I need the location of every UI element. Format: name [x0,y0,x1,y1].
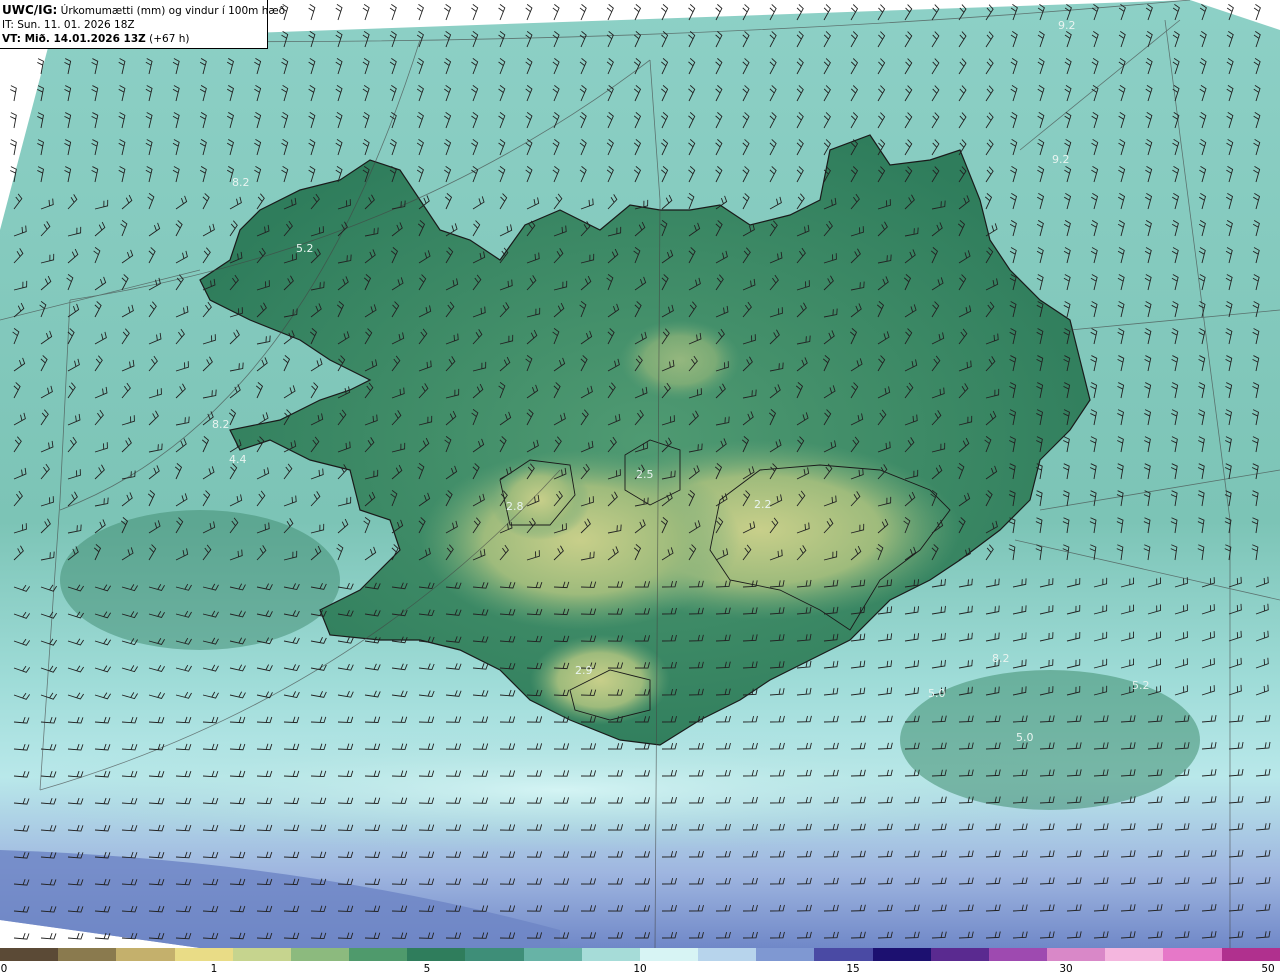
colorbar-tick: 5 [423,963,431,975]
colorbar-tick: 30 [1059,963,1073,975]
model-code: UWC/IG: [2,3,58,17]
map-canvas: 8.2 5.2 8.2 4.4 2.8 2.5 2.2 2.9 8.2 5.0 … [0,0,1280,948]
colorbar-segment [1047,948,1106,961]
colorbar-segment [407,948,466,961]
precip-label: 5.2 [1132,679,1150,692]
precip-label: 2.2 [754,498,772,511]
init-time: IT: Sun. 11. 01. 2026 18Z [2,19,135,31]
valid-time: VT: Mið. 14.01.2026 13Z [2,33,146,45]
precip-label: 2.8 [506,500,524,513]
colorbar-segment [814,948,873,961]
colorbar-segment [581,948,640,961]
colorbar-segment [756,948,815,961]
colorbar-segment [639,948,699,961]
map-title: Úrkomumætti (mm) og vindur í 100m hæð [57,5,286,17]
colorbar-segment [872,948,931,961]
colorbar-tick: 10 [633,963,647,975]
precip-label: 4.4 [229,453,247,466]
colorbar-segment [116,948,175,961]
precip-label: 8.2 [212,418,230,431]
forecast-offset: (+67 h) [145,33,190,45]
map-header: UWC/IG: Úrkomumætti (mm) og vindur í 100… [0,0,285,49]
precip-label: 2.5 [636,468,654,481]
colorbar-tick: 15 [846,963,860,975]
precip-label: 9.2 [1058,19,1076,32]
colorbar-segment [465,948,524,961]
forecast-map: 8.2 5.2 8.2 4.4 2.8 2.5 2.2 2.9 8.2 5.0 … [0,0,1280,948]
precip-plume-w [60,510,340,650]
colorbar-segment [290,948,350,961]
colorbar-segment [1221,948,1280,961]
precip-label: 5.2 [296,242,314,255]
precip-label: 5.0 [928,687,946,700]
colorbar-segment [930,948,989,961]
precip-label: 9.2 [1052,153,1070,166]
colorbar-segment [523,948,582,961]
colorbar-segment [988,948,1048,961]
colorbar-segment [232,948,291,961]
colorbar-tick: 50 [1261,963,1275,975]
colorbar-segment [698,948,757,961]
colorbar-strip [0,948,1280,961]
highland-west [490,460,590,540]
precip-label: 8.2 [992,652,1010,665]
precip-label: 2.9 [575,664,593,677]
precip-label: 8.2 [232,176,250,189]
colorbar-segment [1105,948,1164,961]
colorbar-tick: 0 [0,963,8,975]
colorbar-segment [1163,948,1222,961]
colorbar-tick: 1 [210,963,218,975]
colorbar-segment [174,948,233,961]
colorbar-segment [0,948,59,961]
precip-label: 5.0 [1016,731,1034,744]
colorbar: 0 1 5 10 15 30 50 [0,948,1280,978]
colorbar-segment [58,948,117,961]
highland-north [620,320,740,400]
colorbar-segment [349,948,408,961]
